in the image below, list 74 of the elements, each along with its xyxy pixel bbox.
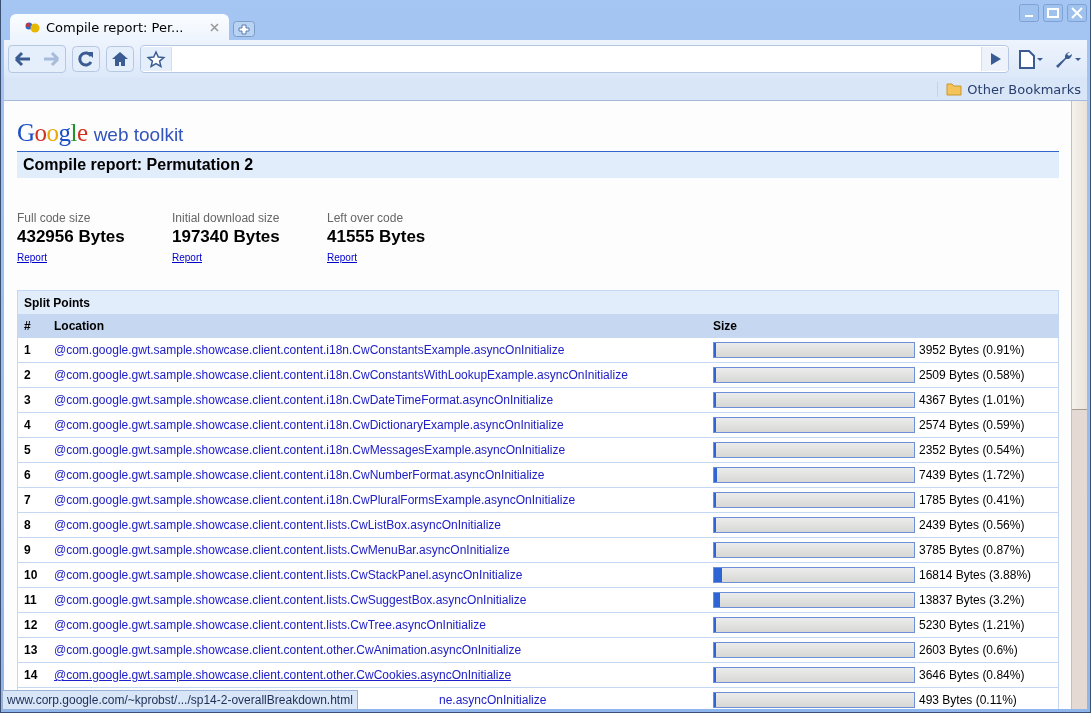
row-number: 13 xyxy=(24,643,38,657)
row-number: 11 xyxy=(24,593,37,607)
row-number: 2 xyxy=(24,368,31,382)
size-text: 5230 Bytes (1.21%) xyxy=(919,618,1025,632)
row-number: 8 xyxy=(24,518,31,532)
size-text: 4367 Bytes (1.01%) xyxy=(919,393,1025,407)
location-link[interactable]: @com.google.gwt.sample.showcase.client.content.i18n.CwConstantsExample.asyncOnInitialize xyxy=(54,343,565,357)
report-link[interactable]: Report xyxy=(172,252,202,263)
page-title: Compile report: Permutation 2 xyxy=(17,152,1059,178)
location-link[interactable]: @com.google.gwt.sample.showcase.client.content.lists.CwTree.asyncOnInitialize xyxy=(54,618,486,632)
row-number: 9 xyxy=(24,543,31,557)
size-text: 3785 Bytes (0.87%) xyxy=(919,543,1025,557)
location-link[interactable]: @com.google.gwt.sample.showcase.client.content.i18n.CwDictionaryExample.asyncOnInitialize xyxy=(54,418,564,432)
scrollbar[interactable] xyxy=(1071,101,1087,709)
size-text: 493 Bytes (0.11%) xyxy=(919,693,1017,707)
row-number: 7 xyxy=(24,493,31,507)
stat-value: 197340 Bytes xyxy=(172,227,281,247)
location-link[interactable]: @com.google.gwt.sample.showcase.client.content.i18n.CwPluralFormsExample.asyncOnInitialize xyxy=(54,493,576,507)
close-icon[interactable] xyxy=(1067,4,1087,22)
size-text: 16814 Bytes (3.88%) xyxy=(919,568,1032,582)
location-link[interactable]: @com.google.gwt.sample.showcase.client.content.i18n.CwMessagesExample.asyncOnInitialize xyxy=(54,443,566,457)
favicon-icon xyxy=(24,21,40,33)
minimize-icon[interactable] xyxy=(1019,4,1039,22)
location-link[interactable]: @com.google.gwt.sample.showcase.client.content.i18n.CwNumberFormat.asyncOnInitialize xyxy=(54,468,545,482)
size-text: 2574 Bytes (0.59%) xyxy=(919,418,1025,432)
report-link[interactable]: Report xyxy=(327,252,357,263)
size-text: 2509 Bytes (0.58%) xyxy=(919,368,1025,382)
row-number: 12 xyxy=(24,618,38,632)
column-header: # xyxy=(23,319,32,333)
stat-value: 41555 Bytes xyxy=(327,227,427,247)
maximize-icon[interactable] xyxy=(1043,4,1063,22)
report-link[interactable]: Report xyxy=(17,252,47,263)
size-text: 2439 Bytes (0.56%) xyxy=(919,518,1025,532)
table-caption: Split Points xyxy=(18,291,1058,314)
location-link[interactable]: @com.google.gwt.sample.showcase.client.content.other.CwCookies.asyncOnInitialize xyxy=(54,668,512,682)
size-text: 3646 Bytes (0.84%) xyxy=(919,668,1025,682)
size-text: 1785 Bytes (0.41%) xyxy=(919,493,1025,507)
brand-logo: Google xyxy=(17,119,88,147)
new-tab-icon[interactable] xyxy=(233,21,255,37)
scrollbar-thumb[interactable] xyxy=(1072,101,1087,410)
row-number: 3 xyxy=(24,393,31,407)
row-number: 1 xyxy=(24,343,31,357)
size-text: 2603 Bytes (0.6%) xyxy=(919,643,1018,657)
location-link[interactable]: @com.google.gwt.sample.showcase.client.content.other.CwAnimation.asyncOnInitialize xyxy=(54,643,522,657)
location-link[interactable]: @com.google.gwt.sample.showcase.client.content.lists.CwSuggestBox.asyncOnInitialize xyxy=(54,593,527,607)
location-link[interactable]: ne.asyncOnInitialize xyxy=(439,693,547,707)
stat-label: Full code size xyxy=(17,211,92,225)
stat-value: 432956 Bytes xyxy=(17,227,126,247)
row-number: 14 xyxy=(24,668,38,682)
location-link[interactable]: @com.google.gwt.sample.showcase.client.content.i18n.CwConstantsWithLookupExample.asyncOnInitialize xyxy=(54,368,628,382)
close-icon[interactable] xyxy=(210,22,219,32)
row-number: 10 xyxy=(24,568,38,582)
stat-label: Left over code xyxy=(327,211,405,225)
size-text: 13837 Bytes (3.2%) xyxy=(919,593,1025,607)
browser-tab[interactable]: Compile report: Per... xyxy=(10,14,229,40)
product-name: web toolkit xyxy=(93,124,184,146)
home-icon[interactable] xyxy=(106,46,134,72)
status-bubble: www.corp.google.com/~kprobst/.../sp14-2-overallBreakdown.html xyxy=(2,690,358,710)
location-link[interactable]: @com.google.gwt.sample.showcase.client.content.lists.CwStackPanel.asyncOnInitialize xyxy=(54,568,523,582)
stat-label: Initial download size xyxy=(172,211,281,225)
row-number: 4 xyxy=(24,418,31,432)
size-text: 7439 Bytes (1.72%) xyxy=(919,468,1025,482)
location-link[interactable]: @com.google.gwt.sample.showcase.client.content.lists.CwListBox.asyncOnInitialize xyxy=(54,518,502,532)
size-text: 2352 Bytes (0.54%) xyxy=(919,443,1025,457)
column-header: Location xyxy=(53,319,105,333)
row-number: 6 xyxy=(24,468,31,482)
column-header: Size xyxy=(712,319,738,333)
location-link[interactable]: @com.google.gwt.sample.showcase.client.content.i18n.CwDateTimeFormat.asyncOnInitialize xyxy=(54,393,554,407)
reload-icon[interactable] xyxy=(72,46,100,72)
location-link[interactable]: @com.google.gwt.sample.showcase.client.content.lists.CwMenuBar.asyncOnInitialize xyxy=(54,543,510,557)
row-number: 5 xyxy=(24,443,31,457)
bookmark-folder[interactable]: Other Bookmarks xyxy=(937,81,1081,97)
folder-icon xyxy=(946,82,963,96)
size-text: 3952 Bytes (0.91%) xyxy=(919,343,1025,357)
